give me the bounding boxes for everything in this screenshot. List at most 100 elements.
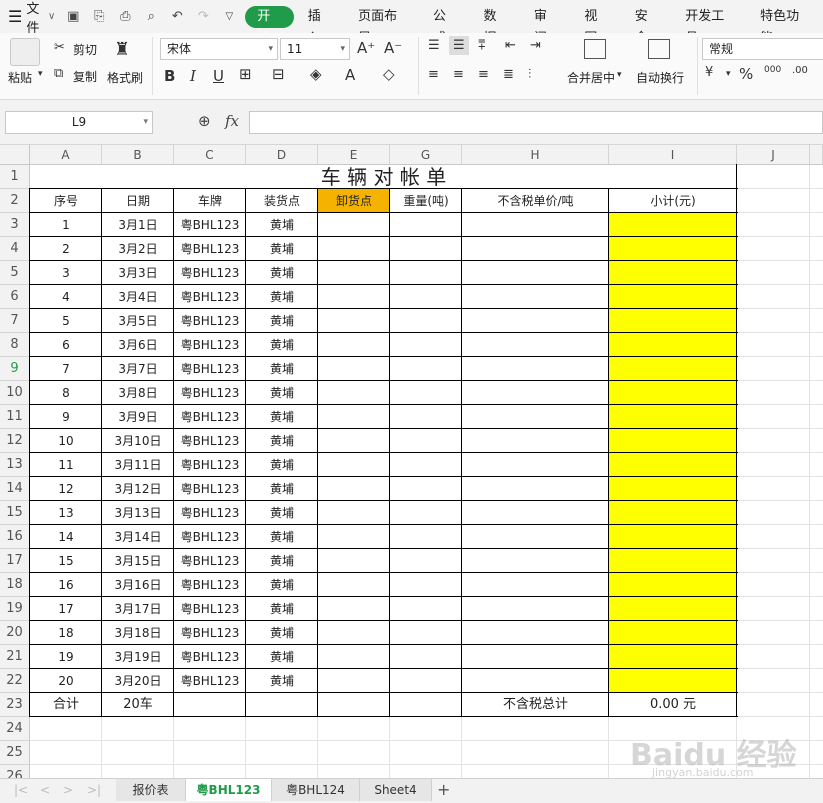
file-menu[interactable]: 文件 [26,0,44,36]
decrease-font-icon[interactable]: A⁻ [384,39,402,57]
add-sheet-icon[interactable]: + [437,780,450,799]
data-cell[interactable]: 3月5日 [102,309,174,333]
paste-button[interactable]: 粘贴 [8,69,32,86]
increase-indent-icon[interactable]: ⇥ [530,38,541,53]
data-cell[interactable]: 3月1日 [102,213,174,237]
align-top-icon[interactable]: ☰ [428,38,440,53]
data-cell[interactable]: 3月15日 [102,549,174,573]
data-cell[interactable]: 14 [30,525,102,549]
formula-input[interactable] [249,111,823,134]
row-header-22[interactable]: 22 [0,669,30,693]
data-cell[interactable]: 黄埔 [246,525,318,549]
data-cell[interactable]: 黄埔 [246,453,318,477]
data-cell[interactable]: 粤BHL123 [174,453,246,477]
data-cell[interactable]: 3月4日 [102,285,174,309]
data-cell[interactable]: 3月2日 [102,237,174,261]
data-cell[interactable]: 1 [30,213,102,237]
total-trucks[interactable]: 20车 [102,693,174,717]
data-cell[interactable]: 粤BHL123 [174,621,246,645]
header-cell-6[interactable]: 不含税单价/吨 [462,189,609,213]
row-header-5[interactable]: 5 [0,261,30,285]
name-box[interactable]: L9 ▾ [5,111,153,134]
data-cell[interactable]: 粤BHL123 [174,237,246,261]
first-sheet-icon[interactable]: |< [14,783,28,797]
data-cell[interactable]: 3 [30,261,102,285]
tab-5[interactable]: 审阅 [522,6,570,46]
row-header-16[interactable]: 16 [0,525,30,549]
percent-icon[interactable]: % [739,65,753,83]
sheet-title[interactable]: 车 辆 对 帐 单 [30,165,737,189]
tab-0[interactable]: 开始 [245,5,294,46]
data-cell[interactable]: 黄埔 [246,477,318,501]
header-cell-4[interactable]: 卸货点 [318,189,390,213]
row-header-9[interactable]: 9 [0,357,30,381]
row-header-25[interactable]: 25 [0,741,30,765]
data-cell[interactable]: 19 [30,645,102,669]
paste-icon[interactable] [10,38,40,66]
wrap-text-icon[interactable] [648,39,670,59]
data-cell[interactable]: 粤BHL123 [174,261,246,285]
data-cell[interactable]: 黄埔 [246,213,318,237]
export-icon[interactable]: ⎘ [91,9,107,25]
data-cell[interactable]: 黄埔 [246,597,318,621]
data-cell[interactable]: 3月9日 [102,405,174,429]
column-header-C[interactable]: C [174,145,246,165]
wrap-text-button[interactable]: 自动换行 [636,69,684,86]
tab-6[interactable]: 视图 [572,6,620,46]
print-preview-icon[interactable]: ⌕ [143,9,159,25]
data-cell[interactable]: 3月11日 [102,453,174,477]
row-header-10[interactable]: 10 [0,381,30,405]
data-cell[interactable]: 粤BHL123 [174,213,246,237]
fill-color-icon[interactable]: ◈ [310,65,322,83]
header-cell-3[interactable]: 装货点 [246,189,318,213]
format-painter-icon[interactable]: ♜ [114,39,136,63]
data-cell[interactable]: 黄埔 [246,669,318,693]
total-label[interactable]: 合计 [30,693,102,717]
data-cell[interactable]: 黄埔 [246,237,318,261]
row-header-2[interactable]: 2 [0,189,30,213]
tax-total-label[interactable]: 不含税总计 [462,693,609,717]
row-header-18[interactable]: 18 [0,573,30,597]
tab-4[interactable]: 数据 [471,6,519,46]
column-header-B[interactable]: B [102,145,174,165]
scissors-icon[interactable]: ✂ [54,40,65,55]
currency-icon[interactable]: ¥ [705,65,713,80]
increase-decimal-icon[interactable]: .00 [792,65,808,76]
tax-total-value[interactable]: 0.00 元 [609,693,737,717]
column-header-E[interactable]: E [318,145,390,165]
row-header-13[interactable]: 13 [0,453,30,477]
data-cell[interactable]: 5 [30,309,102,333]
font-size-select[interactable]: 11 ▾ [280,38,350,60]
decrease-indent-icon[interactable]: ⇤ [505,38,516,53]
data-cell[interactable]: 3月12日 [102,477,174,501]
data-cell[interactable]: 3月8日 [102,381,174,405]
redo-icon[interactable]: ↷ [195,9,211,25]
worksheet-grid[interactable]: A B C D E G H I J 1 2 3 4 5 6 7 8 9 10 11 12 13 14 15 16 17 18 19 20… [0,145,823,778]
align-left-icon[interactable]: ≡ [428,67,439,82]
undo-icon[interactable]: ↶ [169,9,185,25]
merge-center-icon[interactable] [584,39,606,59]
chevron-down-icon[interactable]: ∨ [48,11,55,22]
row-header-24[interactable]: 24 [0,717,30,741]
data-cell[interactable]: 粤BHL123 [174,285,246,309]
row-header-7[interactable]: 7 [0,309,30,333]
last-sheet-icon[interactable]: >| [87,783,101,797]
clear-icon[interactable]: ◇ [383,65,395,83]
paste-dropdown-icon[interactable]: ▾ [38,69,43,79]
data-cell[interactable]: 粤BHL123 [174,669,246,693]
data-cell[interactable]: 11 [30,453,102,477]
print-icon[interactable]: ⎙ [117,9,133,25]
underline-icon[interactable]: U [213,67,224,85]
data-cell[interactable]: 3月16日 [102,573,174,597]
row-header-15[interactable]: 15 [0,501,30,525]
distributed-icon[interactable]: ⫶ [528,67,531,82]
save-icon[interactable]: ▣ [65,9,81,25]
increase-font-icon[interactable]: A⁺ [357,39,375,57]
data-cell[interactable]: 10 [30,429,102,453]
copy-icon[interactable]: ⧉ [54,66,63,81]
header-cell-1[interactable]: 日期 [102,189,174,213]
data-cell[interactable]: 黄埔 [246,357,318,381]
align-center-icon[interactable]: ≡ [453,67,464,82]
data-cell[interactable]: 2 [30,237,102,261]
select-all-corner[interactable] [0,145,30,165]
